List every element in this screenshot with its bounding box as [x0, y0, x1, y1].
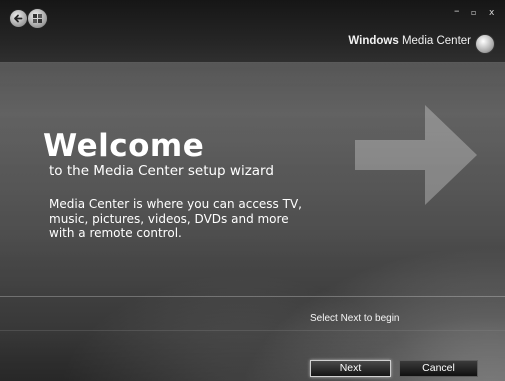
windows-start-orb-icon — [33, 14, 42, 23]
media-center-window: – ▫ x Windows Media Center Welcome to th… — [0, 0, 505, 381]
page-subtitle: to the Media Center setup wizard — [49, 163, 274, 179]
back-arrow-icon — [14, 14, 23, 23]
minimize-button[interactable]: – — [454, 5, 460, 16]
brand-rest-text: Media Center — [398, 35, 471, 47]
start-button[interactable] — [27, 8, 48, 29]
description-text: Media Center is where you can access TV,… — [49, 197, 302, 240]
title-bar: – ▫ x Windows Media Center — [0, 0, 505, 63]
next-button[interactable]: Next — [310, 360, 391, 377]
windows-media-center-orb-icon — [475, 34, 495, 54]
maximize-button[interactable]: ▫ — [471, 8, 476, 18]
app-brand: Windows Media Center — [348, 35, 471, 47]
cancel-button[interactable]: Cancel — [399, 360, 478, 377]
back-button[interactable] — [9, 9, 28, 28]
instruction-text: Select Next to begin — [310, 313, 400, 324]
right-arrow-icon — [355, 105, 477, 205]
close-button[interactable]: x — [489, 8, 494, 18]
page-title: Welcome — [43, 128, 205, 164]
brand-bold-text: Windows — [348, 35, 399, 47]
